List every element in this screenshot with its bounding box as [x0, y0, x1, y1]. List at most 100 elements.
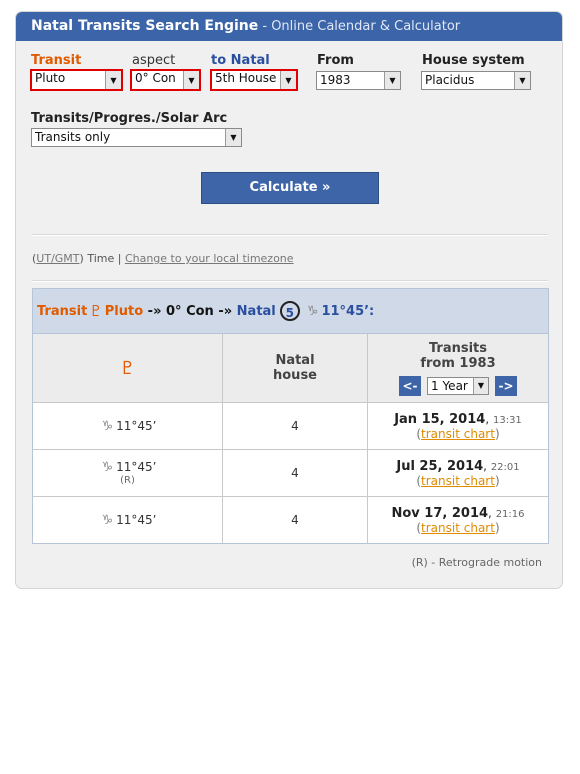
chevron-down-icon: ▼ [384, 72, 400, 89]
from-year-select[interactable]: 1983 ▼ [316, 71, 401, 90]
pluto-icon: ♇ [119, 357, 136, 379]
timezone-line: (UT/GMT) Time | Change to your local tim… [32, 252, 294, 265]
summary-transit-label: Transit [37, 303, 88, 319]
date-line: Jan 15, 2014, 13:31 [394, 411, 522, 427]
results-summary: Transit ♇ Pluto -» 0° Con -» Natal 5 ♑ 1… [33, 289, 548, 334]
capricorn-icon: ♑ [101, 460, 114, 475]
header-natal: Natal [275, 353, 315, 368]
from-label: From [317, 53, 354, 68]
house-number-badge: 5 [279, 301, 300, 321]
date-line: Nov 17, 2014, 21:16 [391, 505, 525, 521]
chevron-down-icon: ▼ [473, 377, 488, 394]
chevron-down-icon: ▼ [280, 71, 296, 89]
header-transits: Transits [428, 340, 488, 356]
transit-chart-link[interactable]: transit chart [421, 521, 495, 535]
house-system-value: Placidus [425, 73, 475, 87]
period-nav: <- 1 Year ▼ -> [399, 375, 517, 396]
chevron-down-icon: ▼ [514, 72, 530, 89]
from-year-value: 1983 [320, 73, 351, 87]
period-value: 1 Year [431, 378, 468, 393]
house-system-label: House system [422, 53, 525, 68]
divider [32, 234, 548, 236]
summary-position: 11°45’: [321, 303, 375, 319]
summary-aspect: 0° Con [166, 303, 214, 319]
retrograde-marker: (R) [120, 475, 135, 486]
chevron-down-icon: ▼ [183, 71, 199, 89]
mode-label: Transits/Progres./Solar Arc [31, 111, 228, 126]
change-timezone-link[interactable]: Change to your local timezone [125, 252, 294, 265]
date-line: Jul 25, 2014, 22:01 [396, 458, 520, 474]
aspect-label: aspect [132, 53, 176, 68]
summary-natal-label: Natal [236, 303, 276, 319]
table-row: ♑ 11°45’ 4 Nov 17, 2014, 21:16 (transit c… [33, 497, 548, 543]
transit-planet-value: Pluto [35, 71, 66, 85]
next-period-button[interactable]: -> [495, 375, 517, 396]
position-cell: ♑ 11°45’ [33, 497, 223, 543]
capricorn-icon: ♑ [101, 418, 114, 434]
chevron-down-icon: ▼ [225, 129, 241, 146]
header-transits-cell: Transits from 1983 <- 1 Year ▼ -> [368, 334, 548, 402]
chart-link-wrap: (transit chart) [416, 520, 500, 535]
transit-planet-select[interactable]: Pluto ▼ [30, 69, 123, 91]
house-cell: 4 [223, 497, 368, 543]
summary-arrow: -» [218, 303, 233, 319]
position-value: 11°45’ [116, 418, 157, 433]
page-subtitle: - Online Calendar & Calculator [258, 19, 461, 34]
house-system-select[interactable]: Placidus ▼ [421, 71, 531, 90]
natal-point-select[interactable]: 5th House ▼ [210, 69, 298, 91]
transit-date: Jan 15, 2014 [394, 411, 486, 427]
position-text: ♑ 11°45’ [98, 419, 156, 434]
header-natal-house-cell: Natal house [223, 334, 368, 402]
natal-label: to Natal [211, 53, 270, 68]
mode-select[interactable]: Transits only ▼ [31, 128, 242, 147]
position-value: 11°45’ [116, 460, 157, 474]
results-table: Transit ♇ Pluto -» 0° Con -» Natal 5 ♑ 1… [32, 288, 549, 544]
calculator-card: Natal Transits Search Engine - Online Ca… [15, 11, 563, 589]
position-text: ♑ 11°45’ [98, 460, 156, 475]
header-house: house [273, 368, 317, 383]
chart-link-wrap: (transit chart) [416, 426, 500, 441]
chart-link-wrap: (transit chart) [416, 473, 500, 488]
date-cell: Jul 25, 2014, 22:01 (transit chart) [368, 450, 548, 496]
summary-arrow: -» [147, 303, 162, 319]
house-cell: 4 [223, 403, 368, 449]
aspect-select[interactable]: 0° Con ▼ [130, 69, 201, 91]
header-from-year: from 1983 [420, 355, 496, 371]
pluto-icon: ♇ [89, 302, 103, 320]
date-cell: Jan 15, 2014, 13:31 (transit chart) [368, 403, 548, 449]
time-label: Time [87, 252, 115, 265]
transit-chart-link[interactable]: transit chart [421, 474, 495, 488]
table-row: ♑ 11°45’ (R) 4 Jul 25, 2014, 22:01 (trans… [33, 450, 548, 497]
chevron-down-icon: ▼ [105, 71, 121, 89]
mode-value: Transits only [35, 130, 111, 144]
divider [32, 280, 548, 282]
transit-time: 13:31 [492, 414, 522, 426]
transit-time: 22:01 [490, 461, 520, 473]
header-planet-cell: ♇ [33, 334, 223, 402]
position-cell: ♑ 11°45’ [33, 403, 223, 449]
transit-time: 21:16 [495, 508, 525, 520]
calculate-button[interactable]: Calculate » [201, 172, 379, 204]
period-select[interactable]: 1 Year ▼ [427, 376, 489, 395]
natal-point-value: 5th House [215, 71, 277, 85]
capricorn-icon: ♑ [101, 512, 114, 528]
aspect-value: 0° Con [135, 71, 176, 85]
transit-date: Jul 25, 2014 [396, 458, 484, 474]
utc-link[interactable]: UT/GMT [36, 252, 79, 265]
house-cell: 4 [223, 450, 368, 496]
position-text: ♑ 11°45’ [98, 513, 156, 528]
retrograde-note: (R) - Retrograde motion [411, 556, 542, 569]
position-cell: ♑ 11°45’ (R) [33, 450, 223, 496]
table-header-row: ♇ Natal house Transits from 1983 <- 1 Ye… [33, 334, 548, 403]
table-row: ♑ 11°45’ 4 Jan 15, 2014, 13:31 (transit c… [33, 403, 548, 450]
transit-chart-link[interactable]: transit chart [421, 427, 495, 441]
transit-date: Nov 17, 2014 [391, 505, 489, 521]
transit-label: Transit [31, 53, 82, 68]
prev-period-button[interactable]: <- [399, 375, 421, 396]
capricorn-icon: ♑ [306, 303, 319, 319]
page-title: Natal Transits Search Engine [31, 18, 259, 34]
card-header: Natal Transits Search Engine - Online Ca… [16, 12, 562, 41]
date-cell: Nov 17, 2014, 21:16 (transit chart) [368, 497, 548, 543]
summary-planet: Pluto [104, 303, 144, 319]
position-value: 11°45’ [116, 512, 157, 527]
